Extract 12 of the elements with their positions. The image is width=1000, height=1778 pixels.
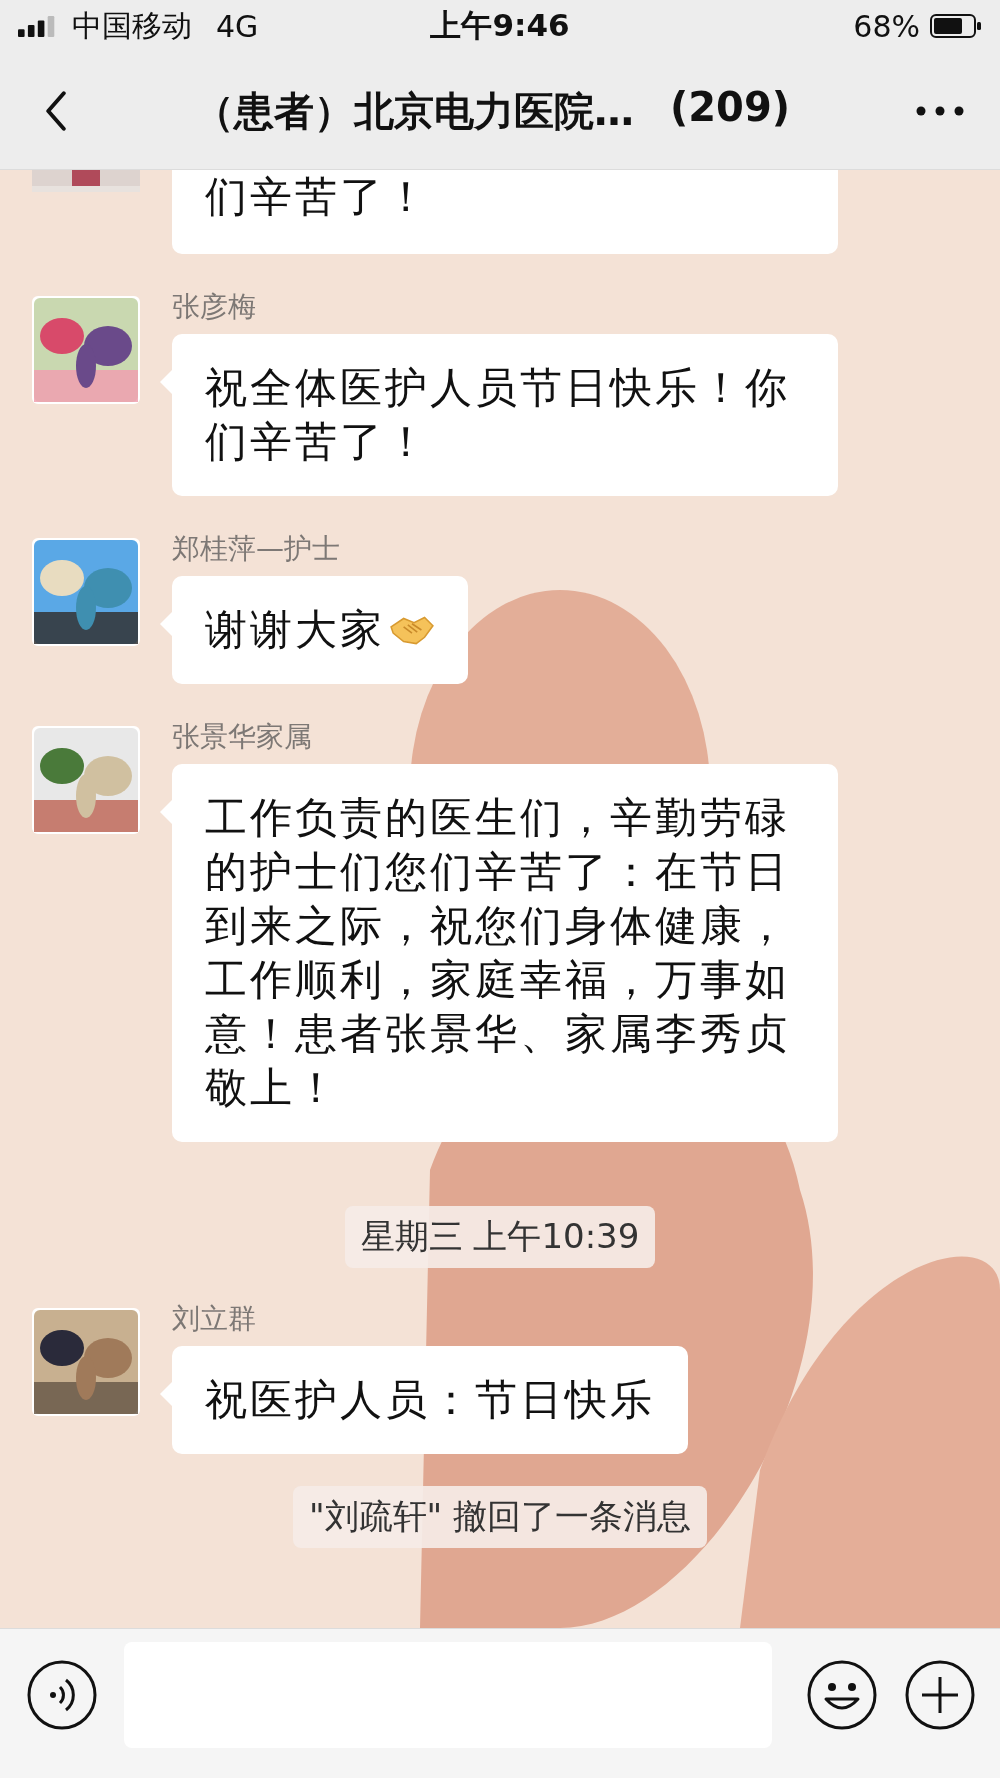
network-type: 4G	[216, 8, 259, 44]
chat-title: （患者）北京电力医院…	[193, 86, 634, 136]
carrier-name: 中国移动	[72, 6, 192, 45]
more-icon[interactable]	[916, 106, 964, 116]
member-count: (209)	[669, 83, 791, 132]
battery-icon	[930, 14, 982, 38]
voice-icon[interactable]	[26, 1658, 98, 1731]
back-icon[interactable]	[44, 91, 68, 131]
plus-icon[interactable]	[904, 1658, 976, 1731]
emoji-icon[interactable]	[806, 1658, 878, 1731]
battery-percent: 68%	[853, 8, 920, 44]
status-time: 上午9:46	[430, 6, 570, 45]
